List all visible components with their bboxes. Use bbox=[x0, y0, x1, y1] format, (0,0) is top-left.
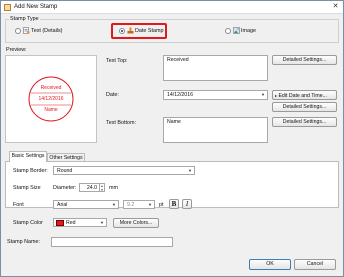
font-label: Font bbox=[13, 202, 24, 208]
font-size-value: 9.2 bbox=[127, 202, 135, 208]
tab-basic-settings[interactable]: Basic Settings bbox=[9, 151, 47, 162]
font-value: Arial bbox=[57, 202, 68, 208]
text-bottom-input[interactable]: Name bbox=[163, 117, 268, 143]
diameter-unit: mm bbox=[109, 185, 118, 191]
stamp-type-label: Stamp Type bbox=[9, 16, 40, 22]
font-select[interactable]: Arial ▼ bbox=[53, 200, 119, 209]
stamp-name-input[interactable] bbox=[51, 237, 173, 247]
stamp-color-value: Red bbox=[66, 220, 76, 226]
chevron-down-icon: ▼ bbox=[261, 92, 265, 97]
diameter-label: Diameter: bbox=[53, 185, 77, 191]
date-stamp-icon bbox=[127, 27, 134, 34]
font-size-select[interactable]: 9.2 ▼ bbox=[123, 200, 155, 209]
preview-stamp-bottom: Name bbox=[44, 107, 58, 113]
window-title: Add New Stamp bbox=[14, 4, 58, 10]
text-stamp-icon bbox=[23, 27, 30, 34]
more-colors-button[interactable]: More Colors... bbox=[113, 218, 159, 228]
date-combo[interactable]: 14/12/2016 ▼ bbox=[163, 90, 268, 100]
date-value: 14/12/2016 bbox=[167, 92, 193, 98]
ok-button[interactable]: OK bbox=[249, 259, 291, 270]
edit-date-time-button[interactable]: ▸ Edit Date and Time... bbox=[272, 90, 337, 100]
stamp-preview: Received 14/12/2016 Name bbox=[5, 55, 97, 143]
preview-stamp-top: Received bbox=[40, 85, 62, 91]
stamp-color-select[interactable]: Red ▼ bbox=[53, 218, 107, 227]
color-swatch-red bbox=[56, 220, 64, 226]
radio-image[interactable] bbox=[225, 28, 231, 34]
stamp-border-value: Round bbox=[57, 168, 73, 174]
stamp-border-label: Stamp Border: bbox=[13, 168, 48, 174]
detailed-settings-date-button[interactable]: Detailed Settings... bbox=[272, 102, 337, 112]
radio-text-details-label[interactable]: Text (Details) bbox=[31, 28, 62, 34]
cancel-button[interactable]: Cancel bbox=[294, 259, 336, 270]
date-label: Date: bbox=[106, 92, 119, 98]
app-icon bbox=[4, 4, 11, 11]
image-stamp-icon bbox=[233, 27, 240, 34]
chevron-down-icon: ▼ bbox=[112, 202, 116, 207]
bold-button[interactable]: B bbox=[169, 199, 179, 209]
text-bottom-label: Text Bottom: bbox=[106, 120, 136, 126]
diameter-input[interactable]: 24.0 ▲ ▼ bbox=[79, 183, 105, 192]
close-button[interactable]: ✕ bbox=[331, 3, 340, 11]
radio-date-stamp-label[interactable]: Date Stamp bbox=[135, 28, 163, 34]
title-bar[interactable]: Add New Stamp ✕ bbox=[1, 1, 343, 14]
radio-image-label[interactable]: Image bbox=[241, 28, 256, 34]
text-top-label: Text Top: bbox=[106, 58, 128, 64]
stamp-name-label: Stamp Name: bbox=[7, 239, 40, 245]
detailed-settings-bottom-button[interactable]: Detailed Settings... bbox=[272, 117, 337, 127]
stamp-border-select[interactable]: Round ▼ bbox=[53, 166, 195, 175]
text-top-input[interactable]: Received bbox=[163, 55, 268, 81]
add-new-stamp-dialog: Add New Stamp ✕ Stamp Type Text (Details… bbox=[0, 0, 344, 277]
edit-date-arrow-icon: ▸ bbox=[275, 93, 278, 98]
radio-text-details[interactable] bbox=[15, 28, 21, 34]
preview-label: Preview: bbox=[6, 47, 27, 53]
detailed-settings-top-button[interactable]: Detailed Settings... bbox=[272, 55, 337, 65]
font-size-unit: pt bbox=[159, 202, 164, 208]
chevron-down-icon: ▼ bbox=[148, 202, 152, 207]
stamp-color-label: Stamp Color bbox=[13, 220, 43, 226]
radio-date-stamp[interactable] bbox=[119, 28, 125, 34]
diameter-spinner[interactable]: ▲ ▼ bbox=[99, 184, 104, 192]
stamp-size-label: Stamp Size bbox=[13, 185, 41, 191]
diameter-value: 24.0 bbox=[86, 185, 97, 191]
edit-date-time-label: Edit Date and Time... bbox=[278, 93, 327, 99]
italic-button[interactable]: I bbox=[182, 199, 192, 209]
preview-stamp-date: 14/12/2016 bbox=[38, 96, 64, 102]
chevron-down-icon: ▼ bbox=[188, 168, 192, 173]
chevron-down-icon: ▼ bbox=[100, 220, 104, 225]
